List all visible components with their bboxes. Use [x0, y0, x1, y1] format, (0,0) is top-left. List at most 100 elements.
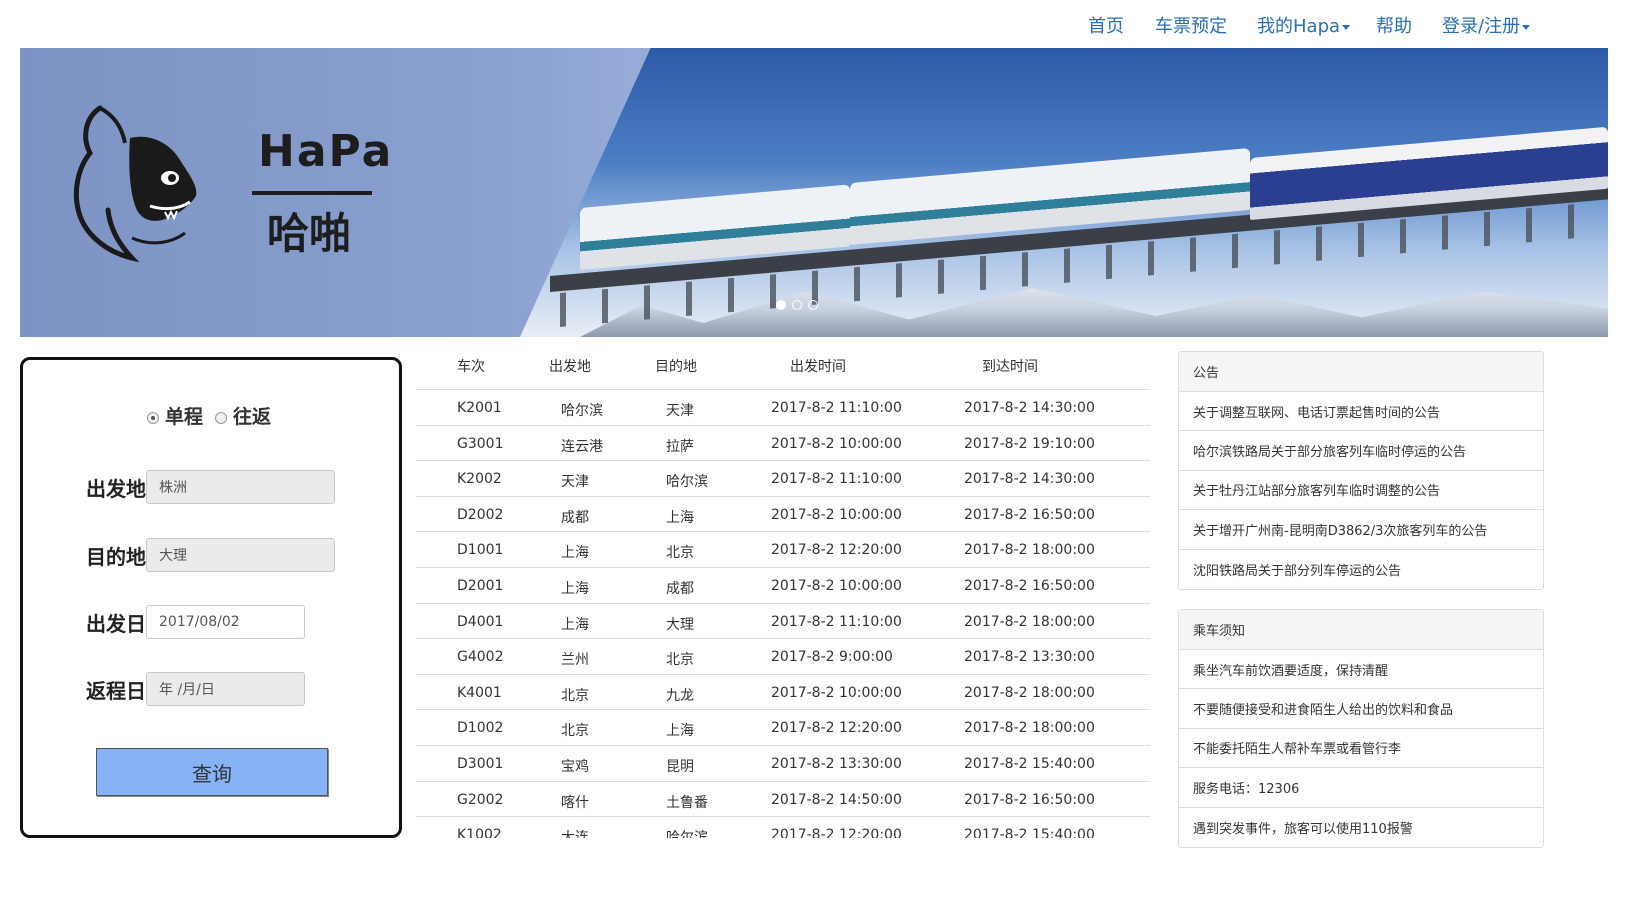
depart-date-input[interactable]: 2017/08/02 — [146, 605, 305, 639]
guide-item: 服务电话：12306 — [1179, 768, 1543, 808]
carousel-indicators — [776, 300, 818, 310]
cell-from: 上海 — [561, 616, 589, 633]
cell-train: G2002 — [457, 791, 504, 808]
ticket-search-panel: 单程 往返 出发地 株洲 目的地 大理 出发日 2017/08/02 返程日 年… — [20, 357, 402, 838]
to-input[interactable]: 大理 — [146, 538, 335, 572]
notice-panel-title: 公告 — [1179, 352, 1543, 392]
cell-arrive: 2017-8-2 14:30:00 — [964, 400, 1095, 416]
carousel-dot[interactable] — [792, 300, 802, 310]
return-date-input[interactable]: 年 /月/日 — [146, 672, 305, 706]
cell-to: 昆明 — [666, 759, 694, 775]
dog-logo-icon — [73, 105, 197, 263]
table-row[interactable]: D3001 宝鸡 昆明 2017-8-2 13:30:00 2017-8-2 15:40… — [416, 745, 1150, 781]
top-navbar: 首页 车票预定 我的Hapa 帮助 登录/注册 — [0, 0, 1628, 48]
nav-my-hapa-label: 我的Hapa — [1257, 16, 1341, 37]
cell-arrive: 2017-8-2 16:50:00 — [964, 791, 1095, 808]
cell-arrive: 2017-8-2 15:40:00 — [964, 827, 1095, 838]
table-row[interactable]: K1002 大连 哈尔滨 2017-8-2 12:20:00 2017-8-2 15:4… — [416, 816, 1150, 838]
table-row[interactable]: D4001 上海 大理 2017-8-2 11:10:00 2017-8-2 18:00… — [416, 602, 1150, 639]
table-row[interactable]: D1002 北京 上海 2017-8-2 12:20:00 2017-8-2 18:00… — [416, 709, 1150, 745]
carousel-dot[interactable] — [808, 300, 818, 310]
table-row[interactable]: K4001 北京 九龙 2017-8-2 10:00:00 2017-8-2 18:00… — [416, 673, 1150, 710]
cell-depart: 2017-8-2 11:10:00 — [771, 471, 902, 488]
table-row[interactable]: K2001 哈尔滨 天津 2017-8-2 11:10:00 2017-8-2 14:3… — [416, 389, 1150, 425]
one-way-label: 单程 — [165, 406, 204, 428]
date-row: 出发日 2017/08/02 — [86, 605, 305, 639]
nav-my-hapa[interactable]: 我的Hapa — [1257, 12, 1351, 38]
cell-to: 上海 — [666, 723, 694, 740]
round-trip-option[interactable]: 往返 — [215, 402, 271, 429]
table-row[interactable]: D1001 上海 北京 2017-8-2 12:20:00 2017-8-2 18:00… — [416, 531, 1150, 567]
from-input[interactable]: 株洲 — [146, 470, 335, 504]
column-header: 车次 — [457, 359, 485, 375]
round-trip-label: 往返 — [233, 406, 272, 428]
cell-depart: 2017-8-2 11:10:00 — [771, 613, 902, 630]
column-header: 到达时间 — [982, 359, 1038, 375]
nav-help[interactable]: 帮助 — [1376, 12, 1412, 38]
cell-from: 大连 — [561, 827, 589, 838]
cell-from: 上海 — [561, 545, 589, 562]
cell-train: G4002 — [457, 649, 504, 666]
cell-train: G3001 — [457, 435, 504, 452]
cell-arrive: 2017-8-2 18:00:00 — [964, 720, 1095, 737]
round-trip-radio[interactable] — [215, 411, 228, 424]
cell-depart: 2017-8-2 13:30:00 — [771, 756, 902, 772]
to-row: 目的地 大理 — [86, 538, 335, 572]
cell-arrive: 2017-8-2 16:50:00 — [964, 506, 1095, 523]
table-row[interactable]: K2002 天津 哈尔滨 2017-8-2 11:10:00 2017-8-2 14:3… — [416, 460, 1150, 496]
cell-from: 上海 — [561, 581, 589, 597]
cell-to: 哈尔滨 — [666, 827, 708, 838]
cell-train: D2002 — [457, 506, 504, 523]
cell-depart: 2017-8-2 10:00:00 — [771, 435, 902, 452]
column-header: 出发时间 — [790, 359, 846, 375]
notice-item[interactable]: 哈尔滨铁路局关于部分旅客列车临时停运的公告 — [1179, 431, 1543, 471]
cell-train: K1002 — [457, 827, 502, 838]
table-row[interactable]: D2001 上海 成都 2017-8-2 10:00:00 2017-8-2 16:50… — [416, 567, 1150, 603]
cell-to: 北京 — [666, 545, 694, 562]
guide-item: 不要随便接受和进食陌生人给出的饮料和食品 — [1179, 689, 1543, 729]
carousel-dot[interactable] — [776, 300, 786, 310]
cell-depart: 2017-8-2 12:20:00 — [771, 542, 902, 559]
table-row[interactable]: G4002 兰州 北京 2017-8-2 9:00:00 2017-8-2 13:30:… — [416, 638, 1150, 674]
cell-arrive: 2017-8-2 16:50:00 — [964, 578, 1095, 594]
cell-depart: 2017-8-2 12:20:00 — [771, 827, 902, 838]
table-row[interactable]: D2002 成都 上海 2017-8-2 10:00:00 2017-8-2 16:50… — [416, 495, 1150, 532]
from-row: 出发地 株洲 — [86, 470, 335, 504]
one-way-radio[interactable] — [147, 411, 159, 424]
cell-to: 天津 — [666, 403, 694, 419]
cell-to: 土鲁番 — [666, 794, 708, 811]
cell-depart: 2017-8-2 12:20:00 — [771, 720, 902, 737]
chevron-down-icon — [1342, 24, 1351, 30]
notice-item[interactable]: 关于牡丹江站部分旅客列车临时调整的公告 — [1179, 471, 1543, 511]
guide-item: 不能委托陌生人帮补车票或看管行李 — [1179, 729, 1543, 769]
one-way-option[interactable]: 单程 — [147, 402, 203, 429]
cell-to: 九龙 — [666, 687, 694, 704]
return-date-label: 返程日 — [86, 678, 146, 703]
notice-item[interactable]: 关于增开广州南-昆明南D3862/3次旅客列车的公告 — [1179, 510, 1543, 550]
guide-panel-title: 乘车须知 — [1179, 610, 1543, 650]
cell-from: 兰州 — [561, 652, 589, 669]
notice-item[interactable]: 沈阳铁路局关于部分列车停运的公告 — [1179, 550, 1543, 589]
cell-train: D3001 — [457, 756, 504, 772]
table-row[interactable]: G2002 喀什 土鲁番 2017-8-2 14:50:00 2017-8-2 16:5… — [416, 780, 1150, 817]
cell-from: 北京 — [561, 687, 589, 704]
cell-arrive: 2017-8-2 18:00:00 — [964, 542, 1095, 559]
cell-depart: 2017-8-2 14:50:00 — [771, 791, 902, 808]
notice-item[interactable]: 关于调整互联网、电话订票起售时间的公告 — [1179, 392, 1543, 432]
nav-booking[interactable]: 车票预定 — [1155, 12, 1227, 38]
cell-depart: 2017-8-2 10:00:00 — [771, 578, 902, 594]
table-row[interactable]: G3001 连云港 拉萨 2017-8-2 10:00:00 2017-8-2 19:1… — [416, 424, 1150, 461]
cell-to: 大理 — [666, 616, 694, 633]
cell-train: D4001 — [457, 613, 504, 630]
cell-train: D2001 — [457, 578, 504, 594]
cell-to: 北京 — [666, 652, 694, 669]
chevron-down-icon — [1522, 24, 1531, 30]
nav-home[interactable]: 首页 — [1088, 12, 1124, 38]
cell-arrive: 2017-8-2 13:30:00 — [964, 649, 1095, 666]
cell-to: 哈尔滨 — [666, 474, 708, 491]
cell-train: D1002 — [457, 720, 504, 737]
cell-from: 哈尔滨 — [561, 403, 603, 419]
cell-from: 喀什 — [561, 794, 589, 811]
query-button[interactable]: 查询 — [96, 748, 328, 796]
nav-login[interactable]: 登录/注册 — [1442, 12, 1531, 38]
